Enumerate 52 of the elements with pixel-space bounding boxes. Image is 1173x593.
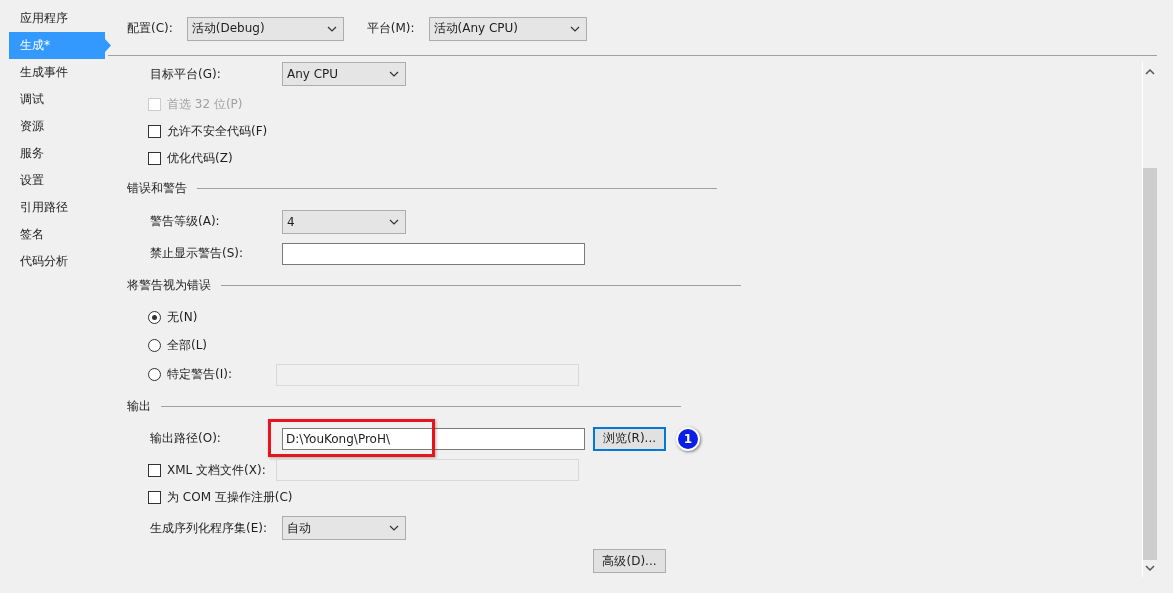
section-title: 错误和警告 <box>127 180 187 197</box>
checkbox[interactable] <box>148 491 161 504</box>
checkbox[interactable] <box>148 463 161 477</box>
field-label: 输出路径(O): <box>150 430 222 447</box>
radio-label: 特定警告(I): <box>167 366 232 383</box>
checkbox-label: 允许不安全代码(F) <box>167 123 268 140</box>
checkbox-label: 为 COM 互操作注册(C) <box>167 489 293 506</box>
step-badge: 1 <box>676 426 700 451</box>
advanced-button[interactable]: 高级(D)... <box>593 549 666 573</box>
field-label: 生成序列化程序集(E): <box>150 519 268 537</box>
scroll-down-icon[interactable] <box>1145 565 1155 571</box>
chevron-down-icon <box>326 25 337 32</box>
configuration-dropdown[interactable]: 活动(Debug) <box>186 16 344 41</box>
section-title: 输出 <box>127 397 151 415</box>
radio-button[interactable] <box>148 310 161 324</box>
input-field[interactable] <box>282 242 585 265</box>
checkbox-label: 优化代码(Z) <box>167 150 233 167</box>
chevron-down-icon <box>569 25 580 32</box>
checkbox[interactable] <box>148 125 161 138</box>
sidebar-item[interactable]: 服务 <box>9 140 111 167</box>
sidebar-item[interactable]: 代码分析 <box>9 248 111 275</box>
scroll-up-icon[interactable] <box>1145 69 1155 75</box>
sidebar-item[interactable]: 设置 <box>9 167 111 194</box>
dropdown[interactable]: 自动 <box>282 516 406 540</box>
sidebar-item[interactable]: 签名 <box>9 221 111 248</box>
checkbox[interactable] <box>148 152 161 165</box>
dropdown[interactable]: Any CPU <box>282 62 406 86</box>
sidebar-item[interactable]: 生成事件 <box>9 59 111 86</box>
radio-label: 全部(L) <box>167 337 208 354</box>
sidebar-item[interactable]: 应用程序 <box>9 5 111 32</box>
chevron-down-icon <box>389 525 399 531</box>
checkbox-label: 首选 32 位(P) <box>167 96 243 113</box>
platform-label: 平台(M): <box>366 20 415 37</box>
field-label: 警告等级(A): <box>150 213 221 230</box>
sidebar-item[interactable]: 引用路径 <box>9 194 111 221</box>
checkbox-label: XML 文档文件(X): <box>167 461 266 479</box>
chevron-down-icon <box>389 71 399 77</box>
configuration-label: 配置(C): <box>127 20 173 37</box>
radio-button[interactable] <box>148 339 161 352</box>
sidebar-item[interactable]: 资源 <box>9 113 111 140</box>
input-field[interactable]: D:\YouKong\ProH\ <box>282 427 585 450</box>
section-title: 将警告视为错误 <box>127 277 211 294</box>
sidebar-item[interactable]: 调试 <box>9 86 111 113</box>
radio-label: 无(N) <box>167 308 198 326</box>
field-label: 禁止显示警告(S): <box>150 245 245 262</box>
chevron-down-icon <box>389 218 399 225</box>
field-label: 目标平台(G): <box>150 65 222 83</box>
radio-button[interactable] <box>148 368 161 381</box>
dropdown[interactable]: 4 <box>282 209 406 234</box>
browse-button[interactable]: 浏览(R)... <box>593 426 666 451</box>
platform-dropdown[interactable]: 活动(Any CPU) <box>428 16 587 41</box>
scroll-thumb[interactable] <box>1143 168 1157 560</box>
